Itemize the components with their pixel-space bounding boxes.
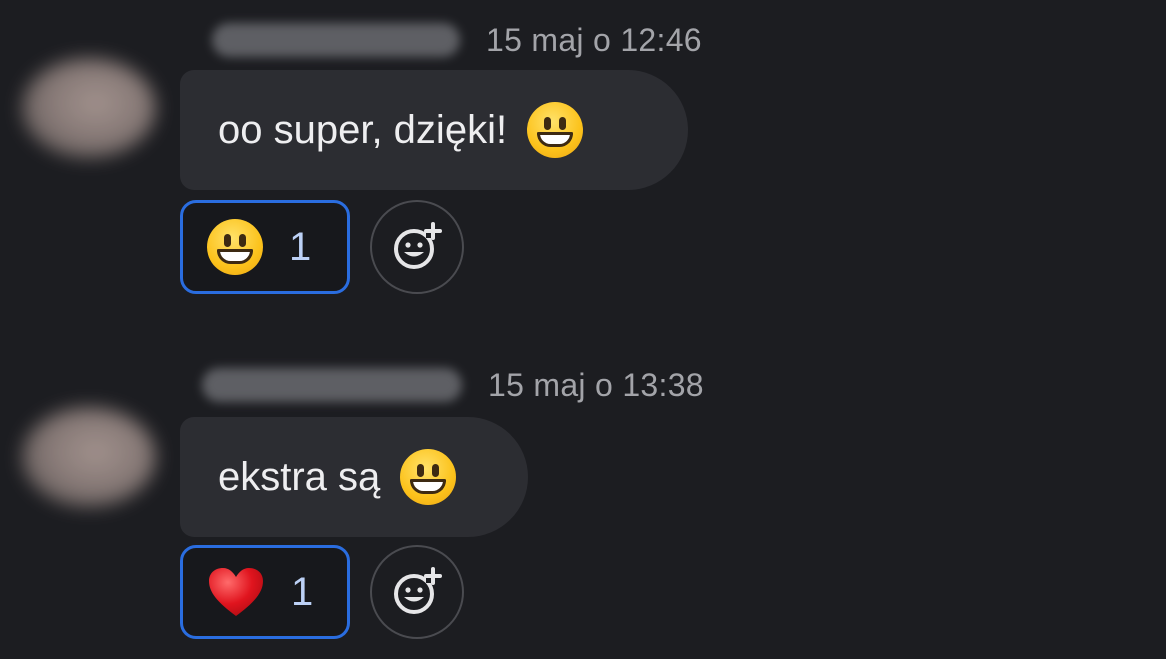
message-meta: 15 maj o 13:38 [202, 365, 704, 405]
red-heart-icon [209, 568, 263, 616]
grinning-face-icon [400, 449, 457, 505]
add-reaction-icon [394, 567, 442, 614]
message-bubble[interactable]: ekstra są [180, 417, 528, 537]
sender-name-redacted [212, 23, 460, 57]
reaction-chip-heart[interactable]: 1 [180, 545, 350, 639]
avatar[interactable] [22, 407, 156, 507]
sender-name-redacted [202, 368, 462, 402]
grinning-face-icon [527, 102, 584, 158]
message-meta: 15 maj o 12:46 [212, 20, 702, 60]
message-bubble[interactable]: oo super, dzięki! [180, 70, 688, 190]
add-reaction-icon [394, 222, 442, 269]
chat-thread: 15 maj o 12:46 oo super, dzięki! 1 15 ma… [0, 0, 1166, 659]
grinning-face-icon [207, 219, 263, 275]
avatar[interactable] [22, 58, 156, 158]
reaction-count: 1 [291, 569, 314, 614]
reaction-count: 1 [289, 224, 312, 269]
reactions-bar: 1 [180, 200, 464, 294]
reactions-bar: 1 [180, 545, 464, 639]
add-reaction-button[interactable] [370, 200, 464, 294]
reaction-chip-grinning[interactable]: 1 [180, 200, 350, 294]
message-text: ekstra są [218, 454, 381, 499]
message-timestamp: 15 maj o 12:46 [486, 21, 702, 58]
message-text: oo super, dzięki! [218, 107, 508, 152]
message-timestamp: 15 maj o 13:38 [488, 366, 704, 403]
add-reaction-button[interactable] [370, 545, 464, 639]
